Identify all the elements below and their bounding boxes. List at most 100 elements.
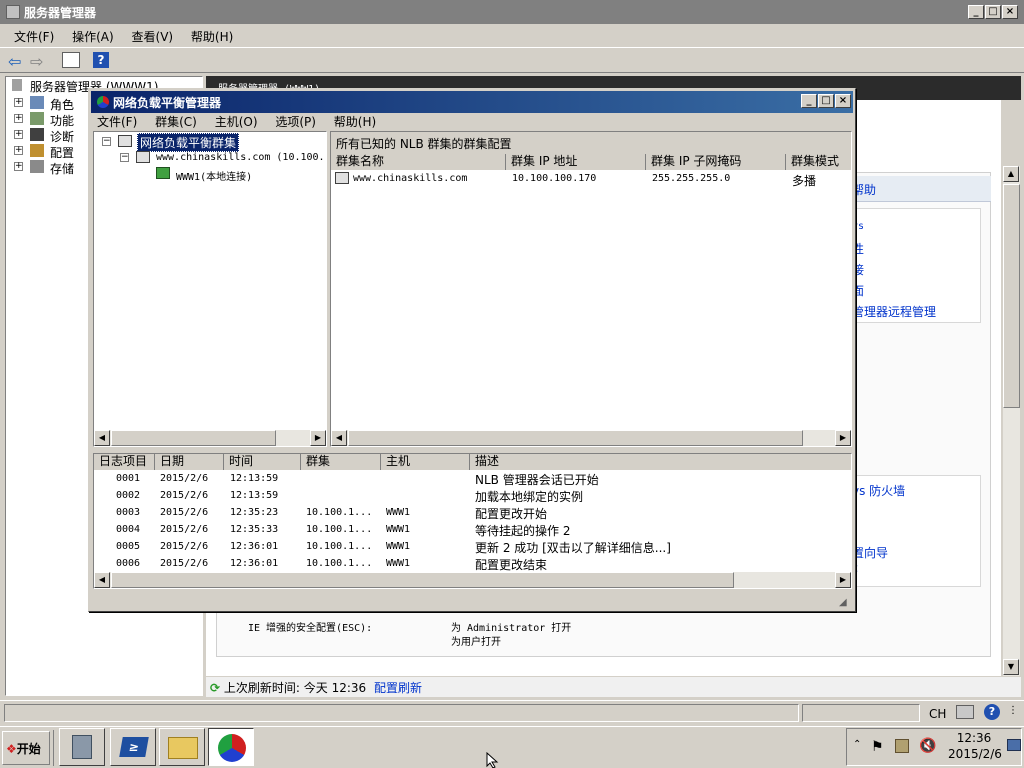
tree-item-label: 存储: [50, 162, 75, 176]
column-cluster-mode[interactable]: 群集模式: [786, 154, 851, 170]
scroll-right-icon[interactable]: ▶: [310, 430, 326, 446]
features-icon: [30, 112, 44, 125]
clock-date[interactable]: 2015/2/6: [945, 747, 1005, 761]
taskbar-server-manager[interactable]: [59, 728, 105, 766]
expand-icon[interactable]: +: [14, 130, 23, 139]
taskbar-explorer[interactable]: [159, 728, 205, 766]
nlb-menu-file[interactable]: 文件(F): [97, 115, 137, 129]
column-log-id[interactable]: 日志项目: [94, 454, 155, 470]
scrollbar-thumb[interactable]: [111, 572, 734, 588]
minimize-button[interactable]: _: [968, 5, 984, 19]
menu-help[interactable]: 帮助(H): [191, 30, 233, 44]
tree-cluster[interactable]: www.chinaskills.com (10.100.: [156, 152, 326, 163]
nlb-menu-host[interactable]: 主机(O): [215, 115, 258, 129]
nlb-log-pane: 日志项目 日期 时间 群集 主机 描述 0001 2015/2/6 12:13:…: [93, 453, 852, 589]
show-hidden-icons-icon[interactable]: ⌃: [853, 739, 861, 750]
nlb-log-hscrollbar[interactable]: ◀ ▶: [94, 572, 851, 588]
scroll-right-icon[interactable]: ▶: [835, 572, 851, 588]
maximize-button[interactable]: □: [818, 94, 834, 108]
tree-item-label: 功能: [50, 114, 75, 128]
scrollbar-thumb[interactable]: [348, 430, 803, 446]
show-desktop-icon[interactable]: [1007, 739, 1021, 751]
close-button[interactable]: ×: [1002, 5, 1018, 19]
taskbar-nlb-manager[interactable]: [208, 728, 254, 766]
volume-muted-icon[interactable]: 🔇: [919, 738, 936, 754]
status-bar: CH ? ⋮: [0, 700, 1024, 724]
server-manager-menubar: 文件(F) 操作(A) 查看(V) 帮助(H): [14, 28, 247, 45]
scrollbar-thumb[interactable]: [111, 430, 276, 446]
nlb-window-title: 网络负载平衡管理器: [113, 95, 222, 110]
taskbar-powershell[interactable]: ≥: [110, 728, 156, 766]
resize-grip-icon[interactable]: ◢: [839, 597, 847, 608]
close-button[interactable]: ×: [835, 94, 851, 108]
scroll-left-icon[interactable]: ◀: [94, 572, 110, 588]
scroll-right-icon[interactable]: ▶: [835, 430, 851, 446]
tree-host[interactable]: WWW1(本地连接): [176, 168, 252, 183]
tree-root-nlb-clusters[interactable]: 网络负载平衡群集: [137, 133, 240, 152]
network-icon[interactable]: [895, 739, 909, 753]
scroll-left-icon[interactable]: ◀: [331, 430, 347, 446]
nlb-cluster-list-pane: 所有已知的 NLB 群集的群集配置 群集名称 群集 IP 地址 群集 IP 子网…: [330, 131, 852, 447]
column-cluster-mask[interactable]: 群集 IP 子网掩码: [646, 154, 786, 170]
esc-value-admin[interactable]: 为 Administrator 打开: [451, 619, 571, 634]
back-arrow-icon[interactable]: ⇦: [8, 52, 21, 71]
options-icon[interactable]: ⋮: [1008, 705, 1018, 716]
help-icon[interactable]: ?: [984, 704, 1000, 720]
side-link[interactable]: 置向导: [852, 544, 888, 561]
log-row[interactable]: 0006 2015/2/6 12:36:01 10.100.1... WWW1 …: [94, 556, 854, 573]
column-log-time[interactable]: 时间: [224, 454, 301, 470]
log-row[interactable]: 0002 2015/2/6 12:13:59 加载本地绑定的实例: [94, 488, 854, 505]
log-description: NLB 管理器会话已开始: [475, 473, 599, 487]
maximize-button[interactable]: □: [985, 5, 1001, 19]
log-host: WWW1: [386, 541, 411, 552]
show-hide-tree-icon[interactable]: [62, 52, 80, 68]
start-button[interactable]: ❖开始: [2, 731, 50, 765]
cluster-list-header: 群集名称 群集 IP 地址 群集 IP 子网掩码 群集模式: [331, 154, 851, 170]
clock-time[interactable]: 12:36: [951, 731, 997, 745]
column-log-cluster[interactable]: 群集: [301, 454, 381, 470]
menu-file[interactable]: 文件(F): [14, 30, 54, 44]
main-scrollbar[interactable]: ▲ ▼: [1003, 166, 1020, 676]
log-row[interactable]: 0005 2015/2/6 12:36:01 10.100.1... WWW1 …: [94, 539, 854, 556]
log-row[interactable]: 0004 2015/2/6 12:35:33 10.100.1... WWW1 …: [94, 522, 854, 539]
log-row[interactable]: 0003 2015/2/6 12:35:23 10.100.1... WWW1 …: [94, 505, 854, 522]
help-icon[interactable]: ?: [93, 52, 109, 68]
menu-action[interactable]: 操作(A): [72, 30, 114, 44]
side-link[interactable]: vs 防火墙: [852, 482, 905, 499]
minimize-button[interactable]: _: [801, 94, 817, 108]
log-description: 等待挂起的操作 2: [475, 524, 571, 538]
column-log-description[interactable]: 描述: [470, 454, 851, 470]
expand-icon[interactable]: +: [14, 162, 23, 171]
action-center-flag-icon[interactable]: ⚑: [871, 739, 884, 755]
column-cluster-ip[interactable]: 群集 IP 地址: [506, 154, 646, 170]
collapse-icon[interactable]: −: [120, 153, 129, 162]
nlb-menu-cluster[interactable]: 群集(C): [155, 115, 197, 129]
expand-icon[interactable]: +: [14, 114, 23, 123]
column-cluster-name[interactable]: 群集名称: [331, 154, 506, 170]
scroll-up-icon[interactable]: ▲: [1003, 166, 1019, 182]
scrollbar-thumb[interactable]: [1003, 184, 1020, 408]
nlb-menu-help[interactable]: 帮助(H): [334, 115, 376, 129]
column-log-host[interactable]: 主机: [381, 454, 470, 470]
collapse-icon[interactable]: −: [102, 137, 111, 146]
column-log-date[interactable]: 日期: [155, 454, 224, 470]
menu-view[interactable]: 查看(V): [132, 30, 174, 44]
keyboard-icon[interactable]: [956, 705, 974, 719]
side-link[interactable]: 管理器远程管理: [852, 303, 936, 320]
log-row[interactable]: 0001 2015/2/6 12:13:59 NLB 管理器会话已开始: [94, 471, 854, 488]
forward-arrow-icon[interactable]: ⇨: [30, 52, 43, 71]
nlb-menu-options[interactable]: 选项(P): [275, 115, 316, 129]
table-row[interactable]: www.chinaskills.com 10.100.100.170 255.2…: [331, 171, 851, 188]
scroll-left-icon[interactable]: ◀: [94, 430, 110, 446]
language-indicator[interactable]: CH: [929, 707, 946, 721]
scroll-down-icon[interactable]: ▼: [1003, 659, 1019, 675]
nlb-tree-hscrollbar[interactable]: ◀ ▶: [94, 430, 326, 446]
esc-value-users[interactable]: 为用户打开: [451, 633, 501, 648]
configure-refresh-link[interactable]: 配置刷新: [374, 681, 422, 695]
expand-icon[interactable]: +: [14, 146, 23, 155]
help-section-header: 帮助: [846, 176, 991, 202]
log-cluster: 10.100.1...: [306, 524, 373, 535]
nlb-list-hscrollbar[interactable]: ◀ ▶: [331, 430, 851, 446]
nlb-titlebar: 网络负载平衡管理器: [91, 91, 853, 113]
expand-icon[interactable]: +: [14, 98, 23, 107]
